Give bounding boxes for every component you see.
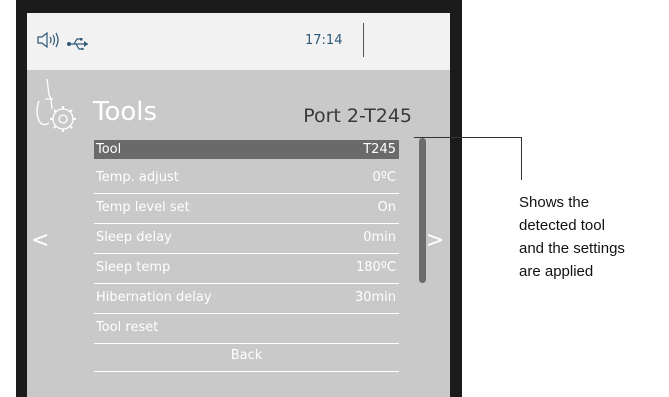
tools-menu: Tool T245 Temp. adjust 0ºC Temp level se… bbox=[94, 140, 399, 372]
device-screen: 17:14 Tools Port 2-T245 < > Tool T245 Te bbox=[27, 13, 450, 397]
back-button-label: Back bbox=[230, 348, 263, 363]
menu-item-tool[interactable]: Tool T245 bbox=[94, 140, 399, 159]
back-button[interactable]: Back bbox=[94, 344, 399, 372]
device-bezel: 17:14 Tools Port 2-T245 < > Tool T245 Te bbox=[16, 0, 462, 397]
menu-item-label: Temp level set bbox=[96, 200, 190, 215]
status-divider bbox=[363, 23, 364, 57]
menu-item-value: 180ºC bbox=[355, 260, 396, 275]
speaker-icon bbox=[37, 31, 61, 52]
menu-scrollbar[interactable] bbox=[419, 138, 426, 283]
callout-line: Shows the bbox=[519, 194, 590, 211]
callout-leader-vertical bbox=[521, 137, 522, 180]
callout-line: and the settings bbox=[519, 240, 625, 257]
clock-time: 17:14 bbox=[305, 33, 343, 48]
menu-item-label: Sleep temp bbox=[96, 260, 171, 275]
nav-right-arrow[interactable]: > bbox=[426, 228, 444, 253]
tools-gear-icon bbox=[29, 77, 79, 143]
menu-item-value: 0ºC bbox=[372, 170, 396, 185]
usb-icon bbox=[67, 35, 89, 54]
callout-line: are applied bbox=[519, 263, 594, 280]
menu-item-sleep-delay[interactable]: Sleep delay 0min bbox=[94, 224, 399, 254]
menu-item-value: T245 bbox=[363, 142, 396, 157]
callout-annotation: Shows the detected tool and the settings… bbox=[519, 191, 667, 283]
nav-left-arrow[interactable]: < bbox=[31, 228, 49, 253]
menu-item-label: Temp. adjust bbox=[96, 170, 179, 185]
menu-item-temp-level-set[interactable]: Temp level set On bbox=[94, 194, 399, 224]
menu-item-value: 0min bbox=[363, 230, 396, 245]
menu-item-label: Hibernation delay bbox=[96, 290, 212, 305]
page-title: Tools bbox=[93, 97, 158, 127]
menu-item-value: On bbox=[377, 200, 396, 215]
menu-item-label: Tool bbox=[96, 142, 122, 157]
menu-item-label: Tool reset bbox=[96, 320, 159, 335]
menu-item-tool-reset[interactable]: Tool reset bbox=[94, 314, 399, 344]
menu-item-sleep-temp[interactable]: Sleep temp 180ºC bbox=[94, 254, 399, 284]
callout-leader-horizontal bbox=[414, 137, 521, 138]
menu-item-label: Sleep delay bbox=[96, 230, 172, 245]
menu-item-temp-adjust[interactable]: Temp. adjust 0ºC bbox=[94, 164, 399, 194]
port-label: Port 2-T245 bbox=[303, 105, 412, 127]
menu-item-value: 30min bbox=[354, 290, 396, 305]
callout-line: detected tool bbox=[519, 217, 605, 234]
status-bar: 17:14 bbox=[27, 13, 450, 70]
menu-item-hibernation-delay[interactable]: Hibernation delay 30min bbox=[94, 284, 399, 314]
